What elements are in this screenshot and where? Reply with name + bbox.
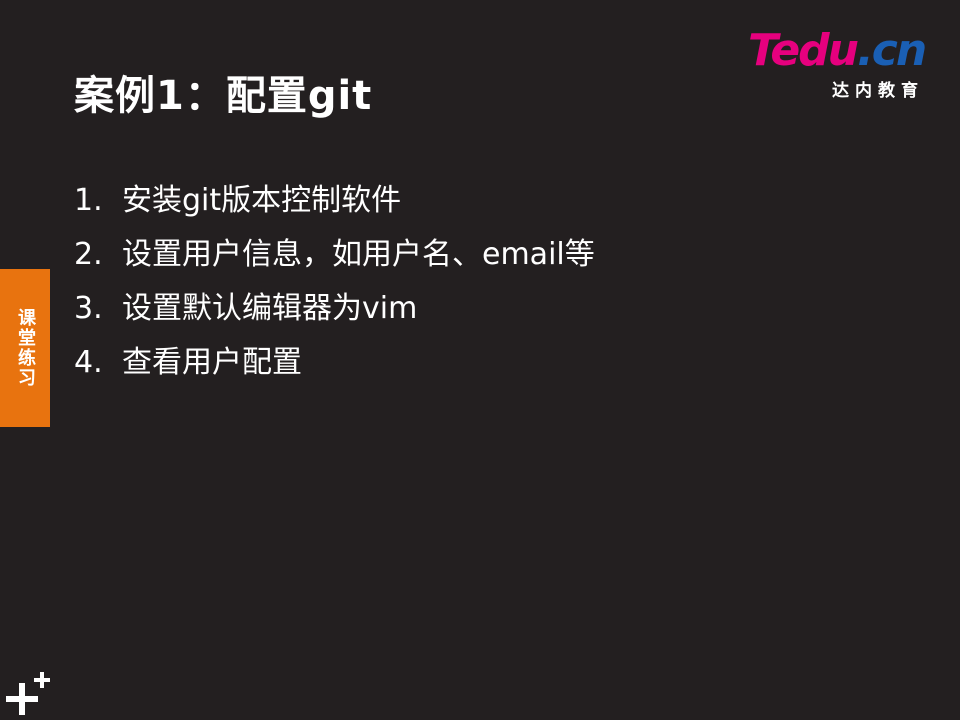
list-item-number: 2. [74,237,103,272]
list-item-text: 设置默认编辑器为vim [122,291,418,326]
list-item: 2. 设置用户信息，如用户名、email等 [74,228,595,282]
list-item-text: 安装git版本控制软件 [122,183,402,218]
side-tab-label: 课堂练习 [15,308,36,388]
logo-brand-pink: Tedu [748,25,859,76]
list-item-number: 1. [74,183,103,218]
list-item-text: 查看用户配置 [122,345,302,380]
side-tab-classroom-exercise: 课堂练习 [0,269,50,427]
list-item-number: 4. [74,345,103,380]
slide-title: 案例1：配置git [74,73,373,119]
logo-subtitle: 达内教育 [832,81,924,101]
list-item: 1. 安装git版本控制软件 [74,174,595,228]
list-item-text: 设置用户信息，如用户名、email等 [122,237,595,272]
list-item: 3. 设置默认编辑器为vim [74,282,595,336]
list-item: 4. 查看用户配置 [74,336,595,390]
plus-cross-icon [6,672,50,715]
tedu-logo: Tedu.cn 达内教育 [748,25,930,102]
slide: 案例1：配置git Tedu.cn 达内教育 1. 安装git版本控制软件 2.… [0,0,960,720]
logo-wordmark: Tedu.cn [748,25,927,76]
exercise-list: 1. 安装git版本控制软件 2. 设置用户信息，如用户名、email等 3. … [74,174,595,390]
logo-brand-blue: .cn [857,25,927,76]
list-item-number: 3. [74,291,103,326]
